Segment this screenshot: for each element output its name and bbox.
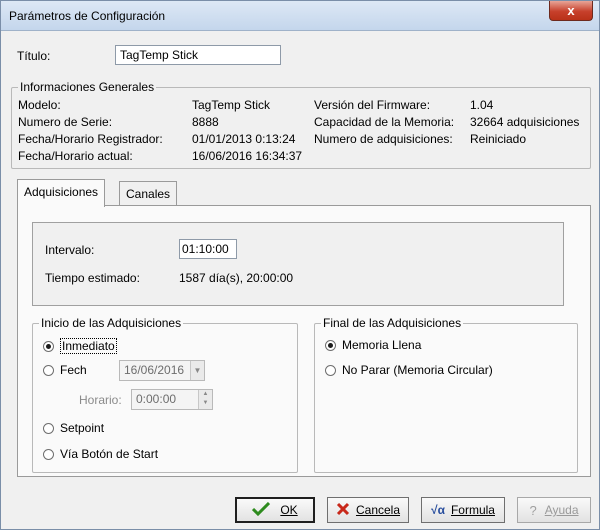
- radio-boton-start[interactable]: Vía Botón de Start: [43, 447, 158, 461]
- intervalo-input[interactable]: 01:10:00: [179, 239, 237, 259]
- tab-adquisiciones[interactable]: Adquisiciones: [17, 179, 106, 207]
- spin-down-icon[interactable]: ▼: [199, 399, 212, 408]
- ok-button-label: OK: [280, 503, 298, 517]
- fecha-registrador-value: 01/01/2013 0:13:24: [192, 132, 296, 146]
- titulo-label: Título:: [17, 49, 51, 63]
- horario-spin-buttons[interactable]: ▲ ▼: [198, 390, 212, 409]
- num-adquisiciones-label: Numero de adquisiciones:: [314, 132, 453, 146]
- horario-value: 0:00:00: [136, 392, 177, 406]
- fecha-select-value: 16/06/2016: [124, 363, 185, 377]
- intervalo-label: Intervalo:: [45, 243, 95, 257]
- radio-setpoint-label: Setpoint: [60, 421, 105, 435]
- tiempo-estimado-label: Tiempo estimado:: [45, 271, 140, 285]
- title-bar: Parámetros de Configuración x: [1, 1, 599, 31]
- sqrt-icon: √α: [431, 503, 445, 517]
- radio-fecha-dot[interactable]: [43, 364, 54, 376]
- tab-panel-adquisiciones: Intervalo: 01:10:00 Tiempo estimado: 158…: [17, 205, 591, 477]
- radio-inmediato-dot[interactable]: [43, 340, 54, 352]
- inicio-group: Inicio de las Adquisiciones Inmediato Fe…: [32, 316, 298, 473]
- radio-boton-start-dot[interactable]: [43, 448, 54, 460]
- radio-no-parar[interactable]: No Parar (Memoria Circular): [325, 363, 493, 377]
- serie-value: 8888: [192, 115, 219, 129]
- num-adquisiciones-value: Reiniciado: [470, 132, 527, 146]
- checkmark-icon: [252, 501, 271, 519]
- radio-no-parar-dot[interactable]: [325, 364, 336, 376]
- ok-button[interactable]: OK: [235, 497, 315, 523]
- radio-memoria-llena-dot[interactable]: [325, 339, 336, 351]
- tab-canales[interactable]: Canales: [119, 181, 178, 205]
- radio-no-parar-label: No Parar (Memoria Circular): [342, 363, 493, 377]
- ayuda-button[interactable]: ? Ayuda: [517, 497, 591, 523]
- cancela-button[interactable]: Cancela: [327, 497, 409, 523]
- radio-memoria-llena[interactable]: Memoria Llena: [325, 338, 421, 352]
- modelo-value: TagTemp Stick: [192, 98, 271, 112]
- radio-setpoint[interactable]: Setpoint: [43, 421, 104, 435]
- tiempo-estimado-value: 1587 día(s), 20:00:00: [179, 271, 294, 285]
- radio-inmediato[interactable]: Inmediato: [43, 338, 117, 354]
- modelo-label: Modelo:: [18, 98, 61, 112]
- radio-inmediato-label: Inmediato: [60, 338, 117, 354]
- formula-button-label: Formula: [450, 503, 495, 517]
- intervalo-group: Intervalo: 01:10:00 Tiempo estimado: 158…: [32, 222, 564, 306]
- final-group-label: Final de las Adquisiciones: [321, 316, 464, 330]
- cancel-x-icon: [336, 502, 350, 519]
- info-group-label: Informaciones Generales: [18, 80, 157, 94]
- firmware-value: 1.04: [470, 98, 494, 112]
- radio-setpoint-dot[interactable]: [43, 422, 54, 434]
- firmware-label: Versión del Firmware:: [314, 98, 431, 112]
- dialog-client: Título: TagTemp Stick Informaciones Gene…: [9, 37, 591, 527]
- titulo-input[interactable]: TagTemp Stick: [115, 45, 281, 65]
- spin-up-icon[interactable]: ▲: [199, 390, 212, 399]
- chevron-down-icon[interactable]: ▼: [190, 361, 204, 380]
- capacidad-label: Capacidad de la Memoria:: [314, 115, 455, 129]
- ayuda-button-label: Ayuda: [544, 503, 579, 517]
- close-button[interactable]: x: [549, 1, 593, 21]
- radio-fecha[interactable]: Fech: [43, 363, 87, 377]
- horario-spinner[interactable]: 0:00:00 ▲ ▼: [131, 389, 213, 410]
- horario-label: Horario:: [79, 393, 122, 407]
- radio-memoria-llena-label: Memoria Llena: [342, 338, 422, 352]
- cancela-button-label: Cancela: [355, 503, 401, 517]
- fecha-select[interactable]: 16/06/2016 ▼: [119, 360, 205, 381]
- config-dialog: Parámetros de Configuración x Título: Ta…: [0, 0, 600, 530]
- radio-boton-start-label: Vía Botón de Start: [60, 447, 159, 461]
- close-icon: x: [567, 3, 575, 18]
- radio-fecha-label: Fech: [60, 363, 87, 377]
- fecha-actual-label: Fecha/Horario actual:: [18, 149, 133, 163]
- final-group: Final de las Adquisiciones Memoria Llena…: [314, 316, 578, 473]
- info-group: Informaciones Generales Modelo: TagTemp …: [11, 80, 591, 169]
- window-title: Parámetros de Configuración: [9, 9, 166, 23]
- fecha-registrador-label: Fecha/Horario Registrador:: [18, 132, 163, 146]
- serie-label: Numero de Serie:: [18, 115, 113, 129]
- inicio-group-label: Inicio de las Adquisiciones: [39, 316, 184, 330]
- help-icon: ?: [529, 502, 537, 518]
- capacidad-value: 32664 adquisiciones: [470, 115, 580, 129]
- formula-button[interactable]: √α Formula: [421, 497, 505, 523]
- fecha-actual-value: 16/06/2016 16:34:37: [192, 149, 303, 163]
